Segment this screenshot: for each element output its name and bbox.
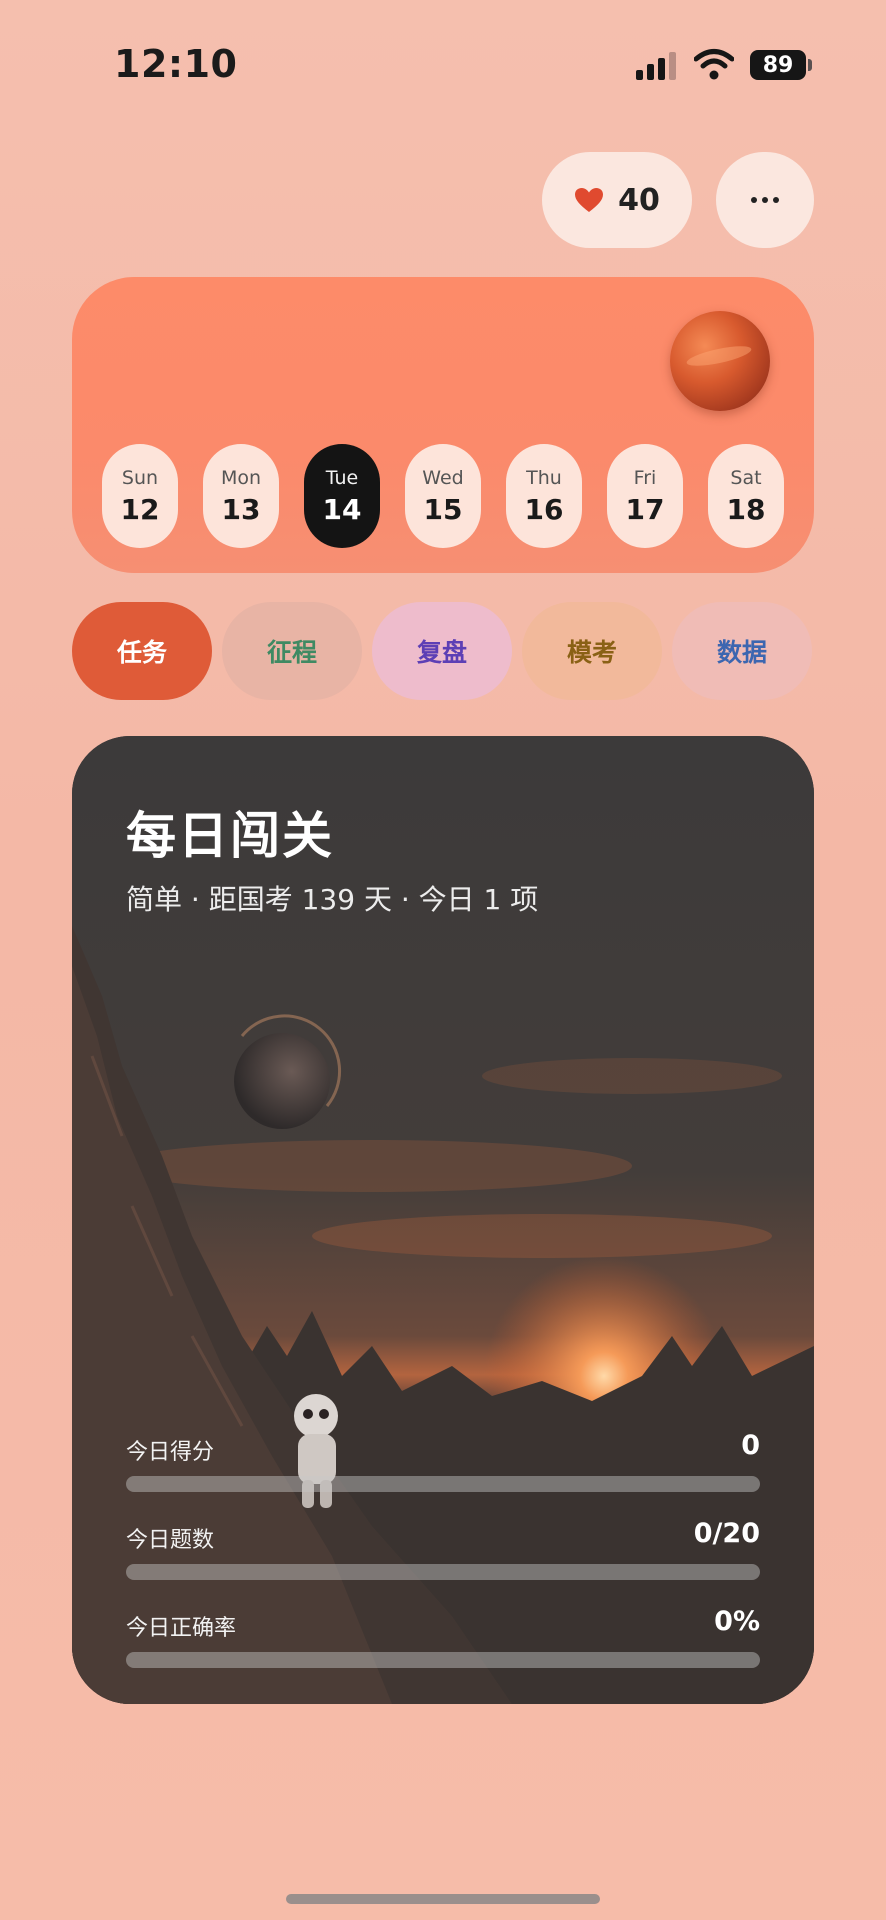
stat-question-count: 今日题数 0/20 (126, 1518, 760, 1582)
stat-accuracy: 今日正确率 0% (126, 1606, 760, 1670)
day-sat[interactable]: Sat 18 (708, 444, 784, 548)
mars-planet-icon (670, 311, 770, 411)
day-name: Thu (526, 466, 562, 489)
day-thu[interactable]: Thu 16 (506, 444, 582, 548)
week-calendar: Sun 12 Mon 13 Tue 14 Wed 15 Thu 16 Fri 1… (72, 277, 814, 573)
wifi-icon (694, 49, 734, 80)
day-number: 15 (423, 492, 463, 526)
stat-score: 今日得分 0 (126, 1430, 760, 1494)
challenge-subtitle: 简单 · 距国考 139 天 · 今日 1 项 (126, 883, 539, 916)
day-wed[interactable]: Wed 15 (405, 444, 481, 548)
stat-value: 0% (714, 1606, 760, 1637)
stat-label: 今日正确率 (126, 1616, 237, 1641)
day-row: Sun 12 Mon 13 Tue 14 Wed 15 Thu 16 Fri 1… (102, 444, 784, 548)
day-mon[interactable]: Mon 13 (203, 444, 279, 548)
day-sun[interactable]: Sun 12 (102, 444, 178, 548)
day-name: Fri (633, 466, 657, 489)
more-icon-dot (773, 197, 779, 203)
challenge-title: 每日闯关 (126, 807, 334, 865)
tab-journey[interactable]: 征程 (222, 602, 362, 700)
tab-data[interactable]: 数据 (672, 602, 812, 700)
likes-button[interactable]: 40 (542, 152, 692, 248)
more-icon-dot (762, 197, 768, 203)
day-number: 18 (726, 492, 766, 526)
day-tue-selected[interactable]: Tue 14 (304, 444, 380, 548)
status-time: 12:10 (114, 42, 238, 86)
home-indicator[interactable] (286, 1894, 600, 1904)
day-number: 17 (625, 492, 665, 526)
more-icon (751, 197, 757, 203)
stat-value: 0/20 (693, 1518, 760, 1549)
day-name: Mon (220, 466, 262, 489)
tab-review[interactable]: 复盘 (372, 602, 512, 700)
stat-label: 今日得分 (126, 1440, 215, 1465)
heart-icon (575, 188, 604, 212)
day-number: 14 (322, 492, 362, 526)
progress-track (126, 1652, 760, 1668)
battery-cap (808, 59, 812, 71)
day-fri[interactable]: Fri 17 (607, 444, 683, 548)
progress-track (126, 1476, 760, 1492)
stat-value: 0 (741, 1430, 760, 1461)
battery-indicator: 89 (750, 50, 806, 80)
day-number: 13 (221, 492, 261, 526)
progress-track (126, 1564, 760, 1580)
day-name: Tue (325, 466, 359, 489)
day-number: 12 (120, 492, 160, 526)
day-number: 16 (524, 492, 564, 526)
tab-tasks[interactable]: 任务 (72, 602, 212, 700)
tab-bar: 任务 征程 复盘 模考 数据 (72, 602, 814, 700)
more-button[interactable] (716, 152, 814, 248)
tab-mock-exam[interactable]: 模考 (522, 602, 662, 700)
daily-challenge-card[interactable]: 每日闯关 简单 · 距国考 139 天 · 今日 1 项 今日得分 0 今日题数… (72, 736, 814, 1704)
likes-count: 40 (618, 182, 660, 218)
cellular-signal-icon (636, 52, 676, 80)
stat-label: 今日题数 (126, 1528, 215, 1553)
day-name: Sat (730, 466, 762, 489)
day-name: Sun (121, 466, 159, 489)
day-name: Wed (422, 466, 464, 489)
